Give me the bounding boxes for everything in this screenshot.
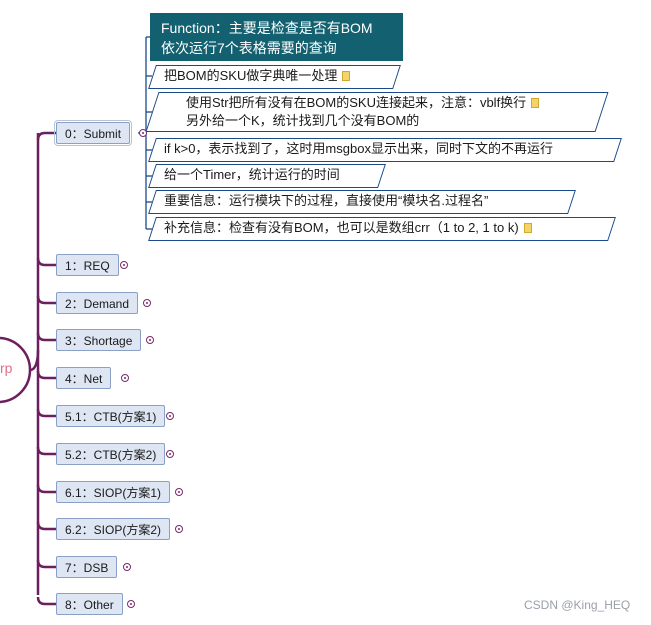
detail-item[interactable]: 重要信息：运行模块下的过程，直接使用“模块名.过程名” bbox=[148, 190, 576, 214]
detail-item[interactable]: 使用Str把所有没有在BOM的SKU连接起来，注意：vblf换行 另外给一个K，统… bbox=[145, 92, 609, 132]
expand-toggle-icon[interactable] bbox=[175, 525, 183, 533]
topic-siop-plan1[interactable]: 6.1：SIOP(方案1) bbox=[56, 481, 171, 503]
detail-item[interactable]: 给一个Timer，统计运行的时间 bbox=[148, 164, 386, 188]
detail-text: 给一个Timer，统计运行的时间 bbox=[164, 167, 340, 182]
topic-label: 6.2：SIOP(方案2) bbox=[65, 523, 162, 537]
expand-toggle-icon[interactable] bbox=[175, 488, 183, 496]
topic-ctb-plan1[interactable]: 5.1：CTB(方案1) bbox=[56, 405, 166, 427]
topic-label: 1：REQ bbox=[65, 259, 110, 273]
topic-label: 5.2：CTB(方案2) bbox=[65, 448, 157, 462]
detail-text: 把BOM的SKU做字典唯一处理 bbox=[164, 68, 338, 83]
expand-toggle-icon[interactable] bbox=[166, 412, 174, 420]
topic-label: 5.1：CTB(方案1) bbox=[65, 410, 157, 424]
root-node-label[interactable]: rp bbox=[0, 360, 12, 376]
note-icon[interactable] bbox=[523, 223, 532, 233]
topic-label: 0：Submit bbox=[65, 127, 122, 141]
expand-toggle-icon[interactable] bbox=[123, 563, 131, 571]
topic-shortage[interactable]: 3：Shortage bbox=[56, 329, 142, 351]
detail-text: 补充信息：检查有没有BOM，也可以是数组crr（1 to 2, 1 to k) bbox=[164, 220, 519, 235]
topic-label: 4：Net bbox=[65, 372, 103, 386]
watermark: CSDN @King_HEQ bbox=[524, 598, 631, 612]
detail-text-line-1: 使用Str把所有没有在BOM的SKU连接起来，注意：vblf换行 bbox=[186, 95, 527, 110]
detail-item[interactable]: 补充信息：检查有没有BOM，也可以是数组crr（1 to 2, 1 to k) bbox=[148, 217, 616, 241]
expand-toggle-icon[interactable] bbox=[127, 600, 135, 608]
note-icon[interactable] bbox=[342, 71, 351, 81]
topic-other[interactable]: 8：Other bbox=[56, 593, 123, 615]
topic-label: 7：DSB bbox=[65, 561, 109, 575]
detail-text-line-2: 另外给一个K，统计找到几个没有BOM的 bbox=[186, 113, 420, 128]
topic-label: 8：Other bbox=[65, 598, 114, 612]
expand-toggle-icon[interactable] bbox=[120, 261, 128, 269]
expand-toggle-icon[interactable] bbox=[143, 299, 151, 307]
expand-toggle-icon[interactable] bbox=[146, 336, 154, 344]
expand-toggle-icon[interactable] bbox=[166, 450, 174, 458]
topic-label: 6.1：SIOP(方案1) bbox=[65, 486, 162, 500]
topic-req[interactable]: 1：REQ bbox=[56, 254, 119, 276]
detail-text: if k>0，表示找到了，这时用msgbox显示出来，同时下文的不再运行 bbox=[164, 141, 553, 156]
topic-demand[interactable]: 2：Demand bbox=[56, 292, 139, 314]
topic-dsb[interactable]: 7：DSB bbox=[56, 556, 118, 578]
detail-item[interactable]: if k>0，表示找到了，这时用msgbox显示出来，同时下文的不再运行 bbox=[148, 138, 622, 162]
function-note-box[interactable]: Function：主要是检查是否有BOM 依次运行7个表格需要的查询 bbox=[150, 13, 403, 61]
note-icon[interactable] bbox=[531, 98, 540, 108]
expand-toggle-icon[interactable] bbox=[121, 374, 129, 382]
topic-label: 2：Demand bbox=[65, 297, 130, 311]
function-note-text: Function：主要是检查是否有BOM 依次运行7个表格需要的查询 bbox=[161, 20, 373, 56]
topic-submit[interactable]: 0：Submit bbox=[53, 120, 133, 146]
detail-text: 重要信息：运行模块下的过程，直接使用“模块名.过程名” bbox=[164, 193, 489, 208]
detail-item[interactable]: 把BOM的SKU做字典唯一处理 bbox=[148, 65, 401, 89]
topic-net[interactable]: 4：Net bbox=[56, 367, 112, 389]
topic-label: 3：Shortage bbox=[65, 334, 133, 348]
topic-siop-plan2[interactable]: 6.2：SIOP(方案2) bbox=[56, 518, 171, 540]
mind-map-canvas: rp 0：Submit Function：主要是检查是否有BOM 依次运行7个表… bbox=[0, 0, 651, 625]
topic-ctb-plan2[interactable]: 5.2：CTB(方案2) bbox=[56, 443, 166, 465]
